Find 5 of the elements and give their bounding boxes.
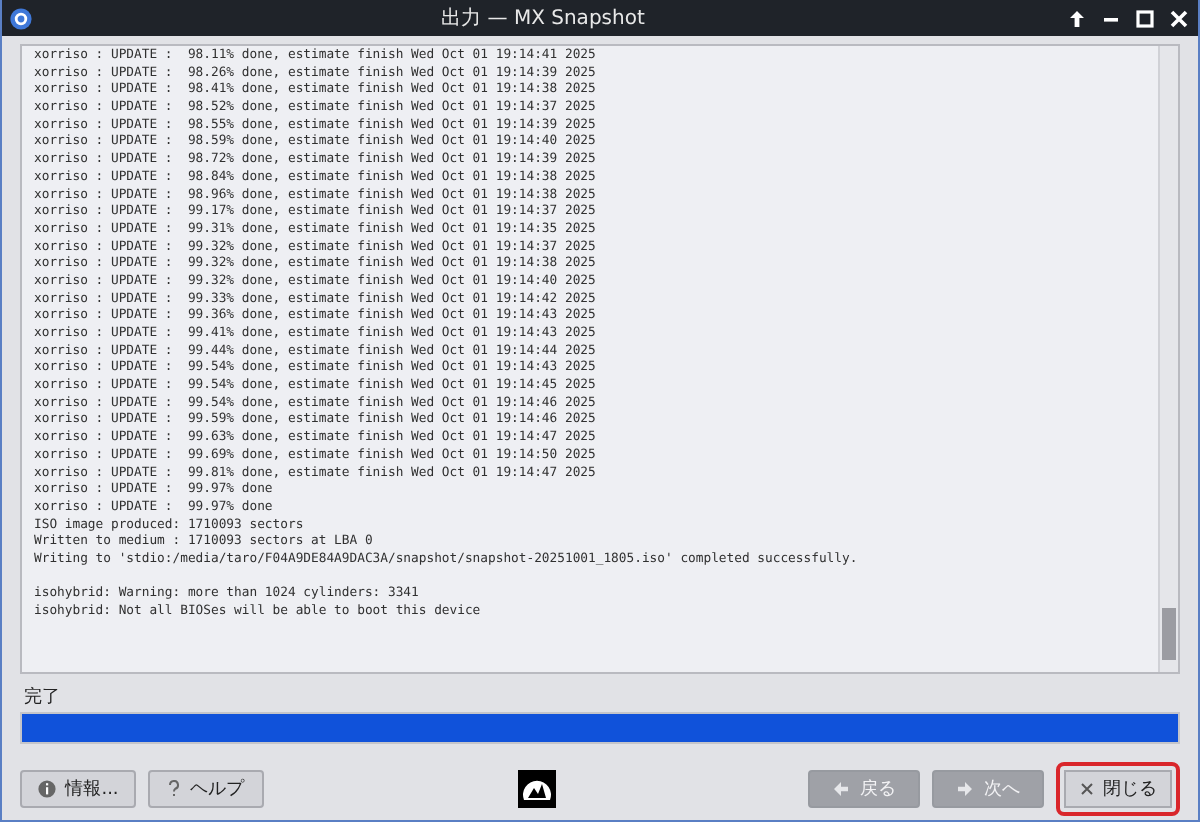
window-title: 出力 — MX Snapshot	[439, 5, 647, 32]
help-button[interactable]: ヘルプ	[148, 770, 264, 808]
status-text: 完了	[24, 685, 62, 708]
info-button[interactable]: 情報...	[20, 770, 136, 808]
close-button[interactable]: 閉じる	[1056, 762, 1180, 816]
